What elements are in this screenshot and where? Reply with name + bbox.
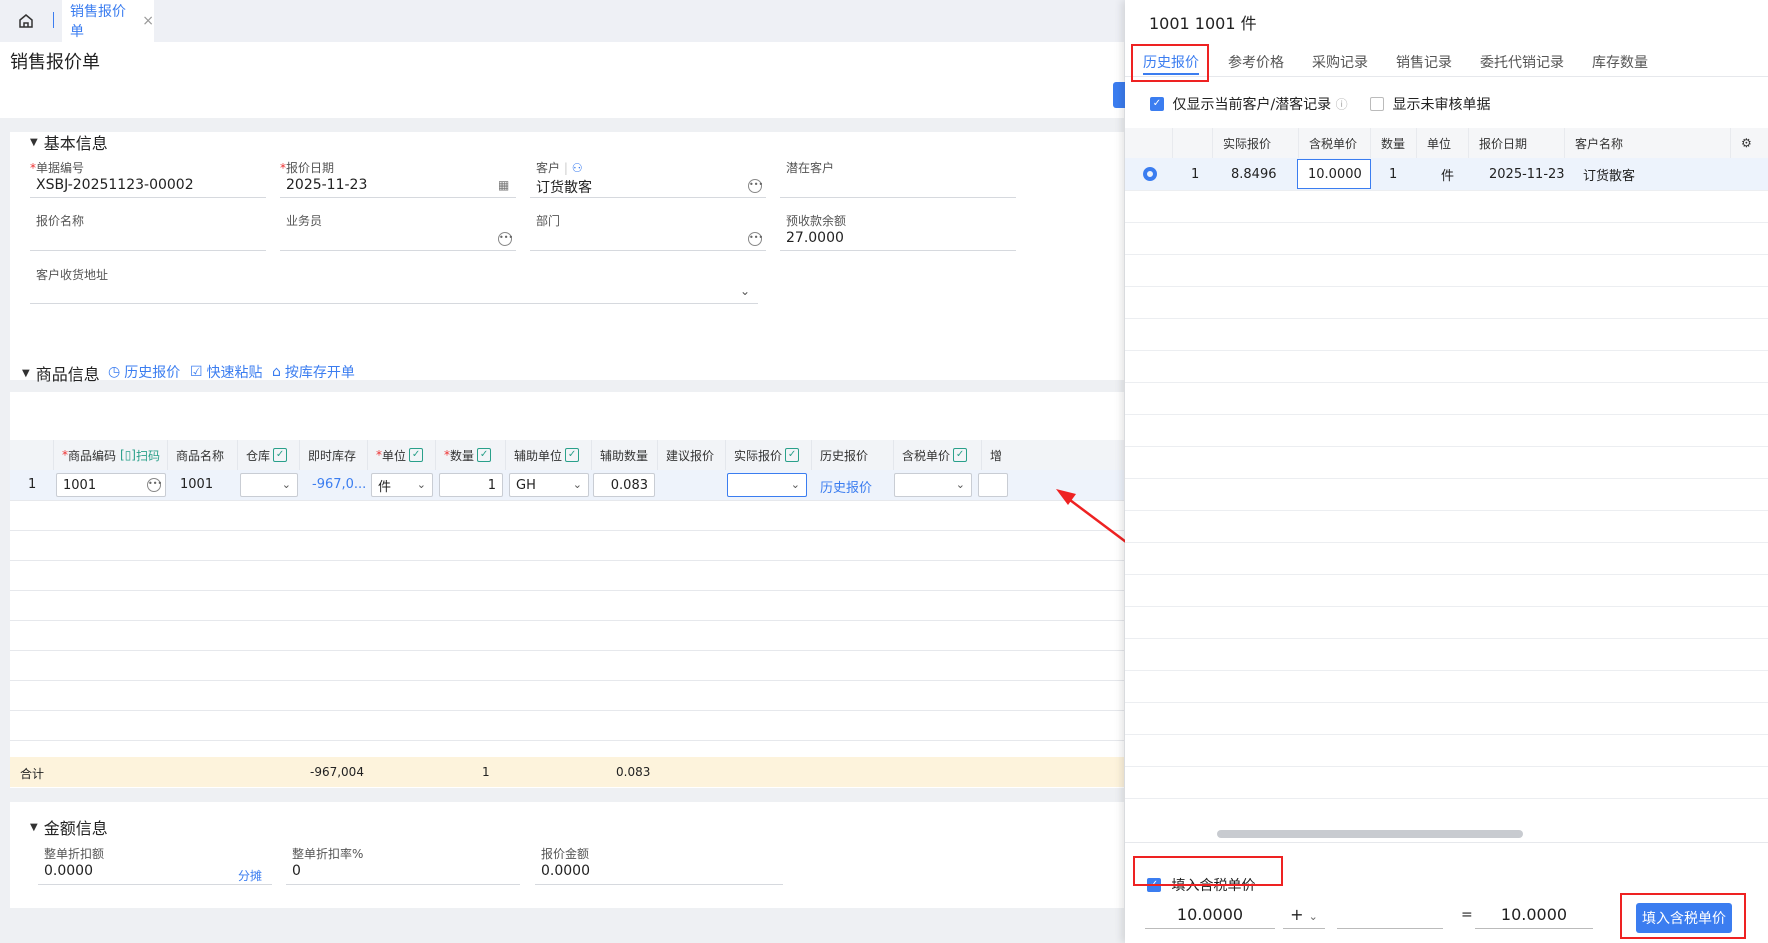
row-unit: 件 (1441, 168, 1455, 184)
active-tab-indicator (1143, 73, 1199, 75)
tab-consignment-records[interactable]: 委托代销记录 (1480, 52, 1564, 72)
pcol-qty[interactable]: 数量 (1371, 128, 1417, 158)
row-customer: 订货散客 (1583, 168, 1636, 184)
row-tax-price[interactable]: 10.0000 (1297, 159, 1371, 189)
checkbox-checked: ✓ (1150, 97, 1164, 111)
row-radio[interactable] (1133, 158, 1157, 190)
settings-icon[interactable]: ⚙ (1731, 128, 1768, 158)
horizontal-scrollbar[interactable] (1217, 830, 1523, 838)
chevron-down-icon: ⌄ (1308, 910, 1318, 923)
row-qty: 1 (1389, 166, 1398, 182)
tab-stock-qty[interactable]: 库存数量 (1592, 52, 1648, 72)
fill-tax-price-checkbox[interactable]: ✓ 填入含税单价 (1147, 875, 1255, 895)
checkbox-checked: ✓ (1147, 878, 1161, 892)
panel-title: 1001 1001 件 (1149, 14, 1257, 33)
formula-right-input[interactable] (1337, 901, 1443, 929)
history-panel: 1001 1001 件 历史报价 参考价格 采购记录 销售记录 委托代销记录 库… (1125, 0, 1768, 943)
pcol-unit[interactable]: 单位 (1417, 128, 1469, 158)
checkbox-unchecked (1370, 97, 1384, 111)
tab-sales-records[interactable]: 销售记录 (1396, 52, 1452, 72)
row-idx: 1 (1191, 166, 1200, 182)
help-icon: ⓘ (1335, 97, 1348, 112)
fill-tax-price-button[interactable]: 填入含税单价 (1636, 903, 1732, 933)
opt-unapproved[interactable]: 显示未审核单据 (1370, 94, 1490, 114)
pcol-tax-price[interactable]: 含税单价 (1299, 128, 1371, 158)
tab-purchase-records[interactable]: 采购记录 (1312, 52, 1368, 72)
operator-select[interactable]: + ⌄ (1283, 901, 1325, 929)
tab-history-quote[interactable]: 历史报价 (1143, 52, 1199, 72)
pcol-date[interactable]: 报价日期 (1469, 128, 1565, 158)
formula-result-input[interactable]: 10.0000 (1475, 901, 1593, 929)
row-date: 2025-11-23 (1489, 166, 1565, 182)
history-grid: 实际报价 含税单价 数量 单位 报价日期 客户名称 ⚙ 1 8.8496 10.… (1125, 128, 1768, 830)
opt-current-customer[interactable]: ✓ 仅显示当前客户/潜客记录 ⓘ (1150, 94, 1348, 114)
formula-left-input[interactable]: 10.0000 (1145, 901, 1275, 929)
equals-sign: = (1461, 907, 1473, 923)
pcol-customer[interactable]: 客户名称 (1565, 128, 1731, 158)
row-actual: 8.8496 (1231, 166, 1277, 182)
pcol-actual[interactable]: 实际报价 (1213, 128, 1299, 158)
tab-reference-price[interactable]: 参考价格 (1228, 52, 1284, 72)
